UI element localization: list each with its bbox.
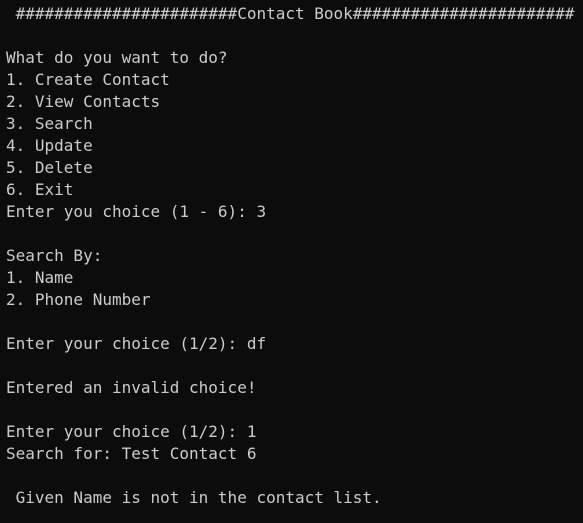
invalid-choice-message: Entered an invalid choice! xyxy=(6,378,257,397)
menu-option-exit: 6. Exit xyxy=(6,180,74,199)
search-option-phone-number: 2. Phone Number xyxy=(6,290,151,309)
search-query-line: Search for: Test Contact 6 xyxy=(6,444,257,463)
search-choice-input-line-second: Enter your choice (1/2): 1 xyxy=(6,422,257,441)
menu-option-delete: 5. Delete xyxy=(6,158,93,177)
menu-option-view-contacts: 2. View Contacts xyxy=(6,92,161,111)
menu-option-update: 4. Update xyxy=(6,136,93,155)
menu-prompt: What do you want to do? xyxy=(6,48,228,67)
search-result-message: Given Name is not in the contact list. xyxy=(6,488,382,507)
menu-option-create-contact: 1. Create Contact xyxy=(6,70,170,89)
menu-choice-input-line: Enter you choice (1 - 6): 3 xyxy=(6,202,267,221)
search-option-name: 1. Name xyxy=(6,268,74,287)
menu-option-search: 3. Search xyxy=(6,114,93,133)
search-choice-input-line-first: Enter your choice (1/2): df xyxy=(6,334,267,353)
banner-header: #######################Contact Book#####… xyxy=(6,4,575,23)
search-by-title: Search By: xyxy=(6,246,103,265)
terminal-window[interactable]: #######################Contact Book#####… xyxy=(0,0,583,523)
